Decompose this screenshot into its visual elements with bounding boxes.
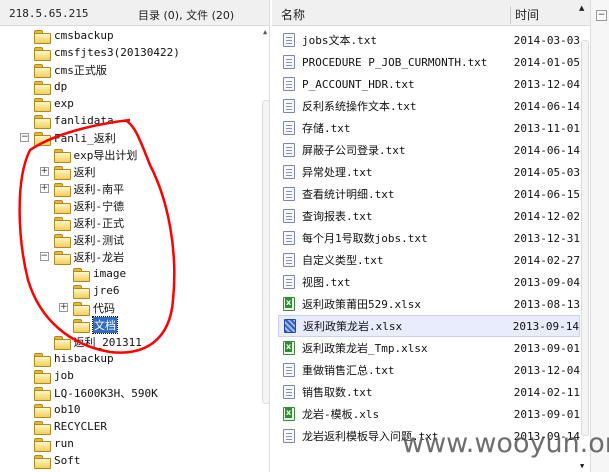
annotation-stroke: [18, 118, 176, 354]
red-annotation-circle: [18, 118, 176, 354]
watermark: www.wooyun.org: [402, 428, 609, 459]
